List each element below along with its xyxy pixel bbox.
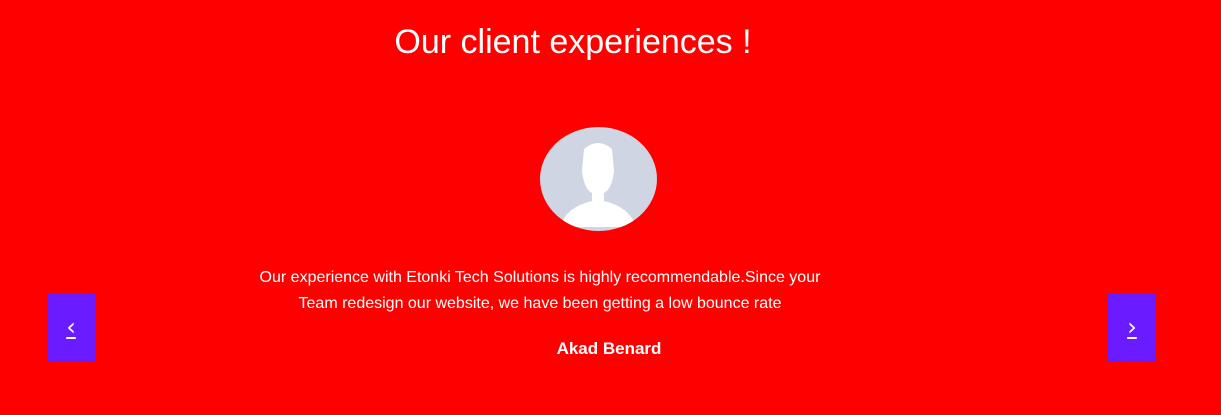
testimonials-section: Our client experiences ! Our experience … xyxy=(0,0,1221,415)
chevron-right-icon: › xyxy=(1127,313,1137,341)
chevron-left-icon: ‹ xyxy=(66,313,76,341)
client-name: Akad Benard xyxy=(556,339,662,358)
section-title: Our client experiences ! xyxy=(394,23,752,61)
next-slide-button[interactable]: › xyxy=(1108,293,1156,361)
client-avatar xyxy=(540,127,657,231)
user-silhouette-icon xyxy=(560,143,636,227)
previous-slide-button[interactable]: ‹ xyxy=(47,293,95,361)
testimonial-quote: Our experience with Etonki Tech Solution… xyxy=(259,269,821,312)
